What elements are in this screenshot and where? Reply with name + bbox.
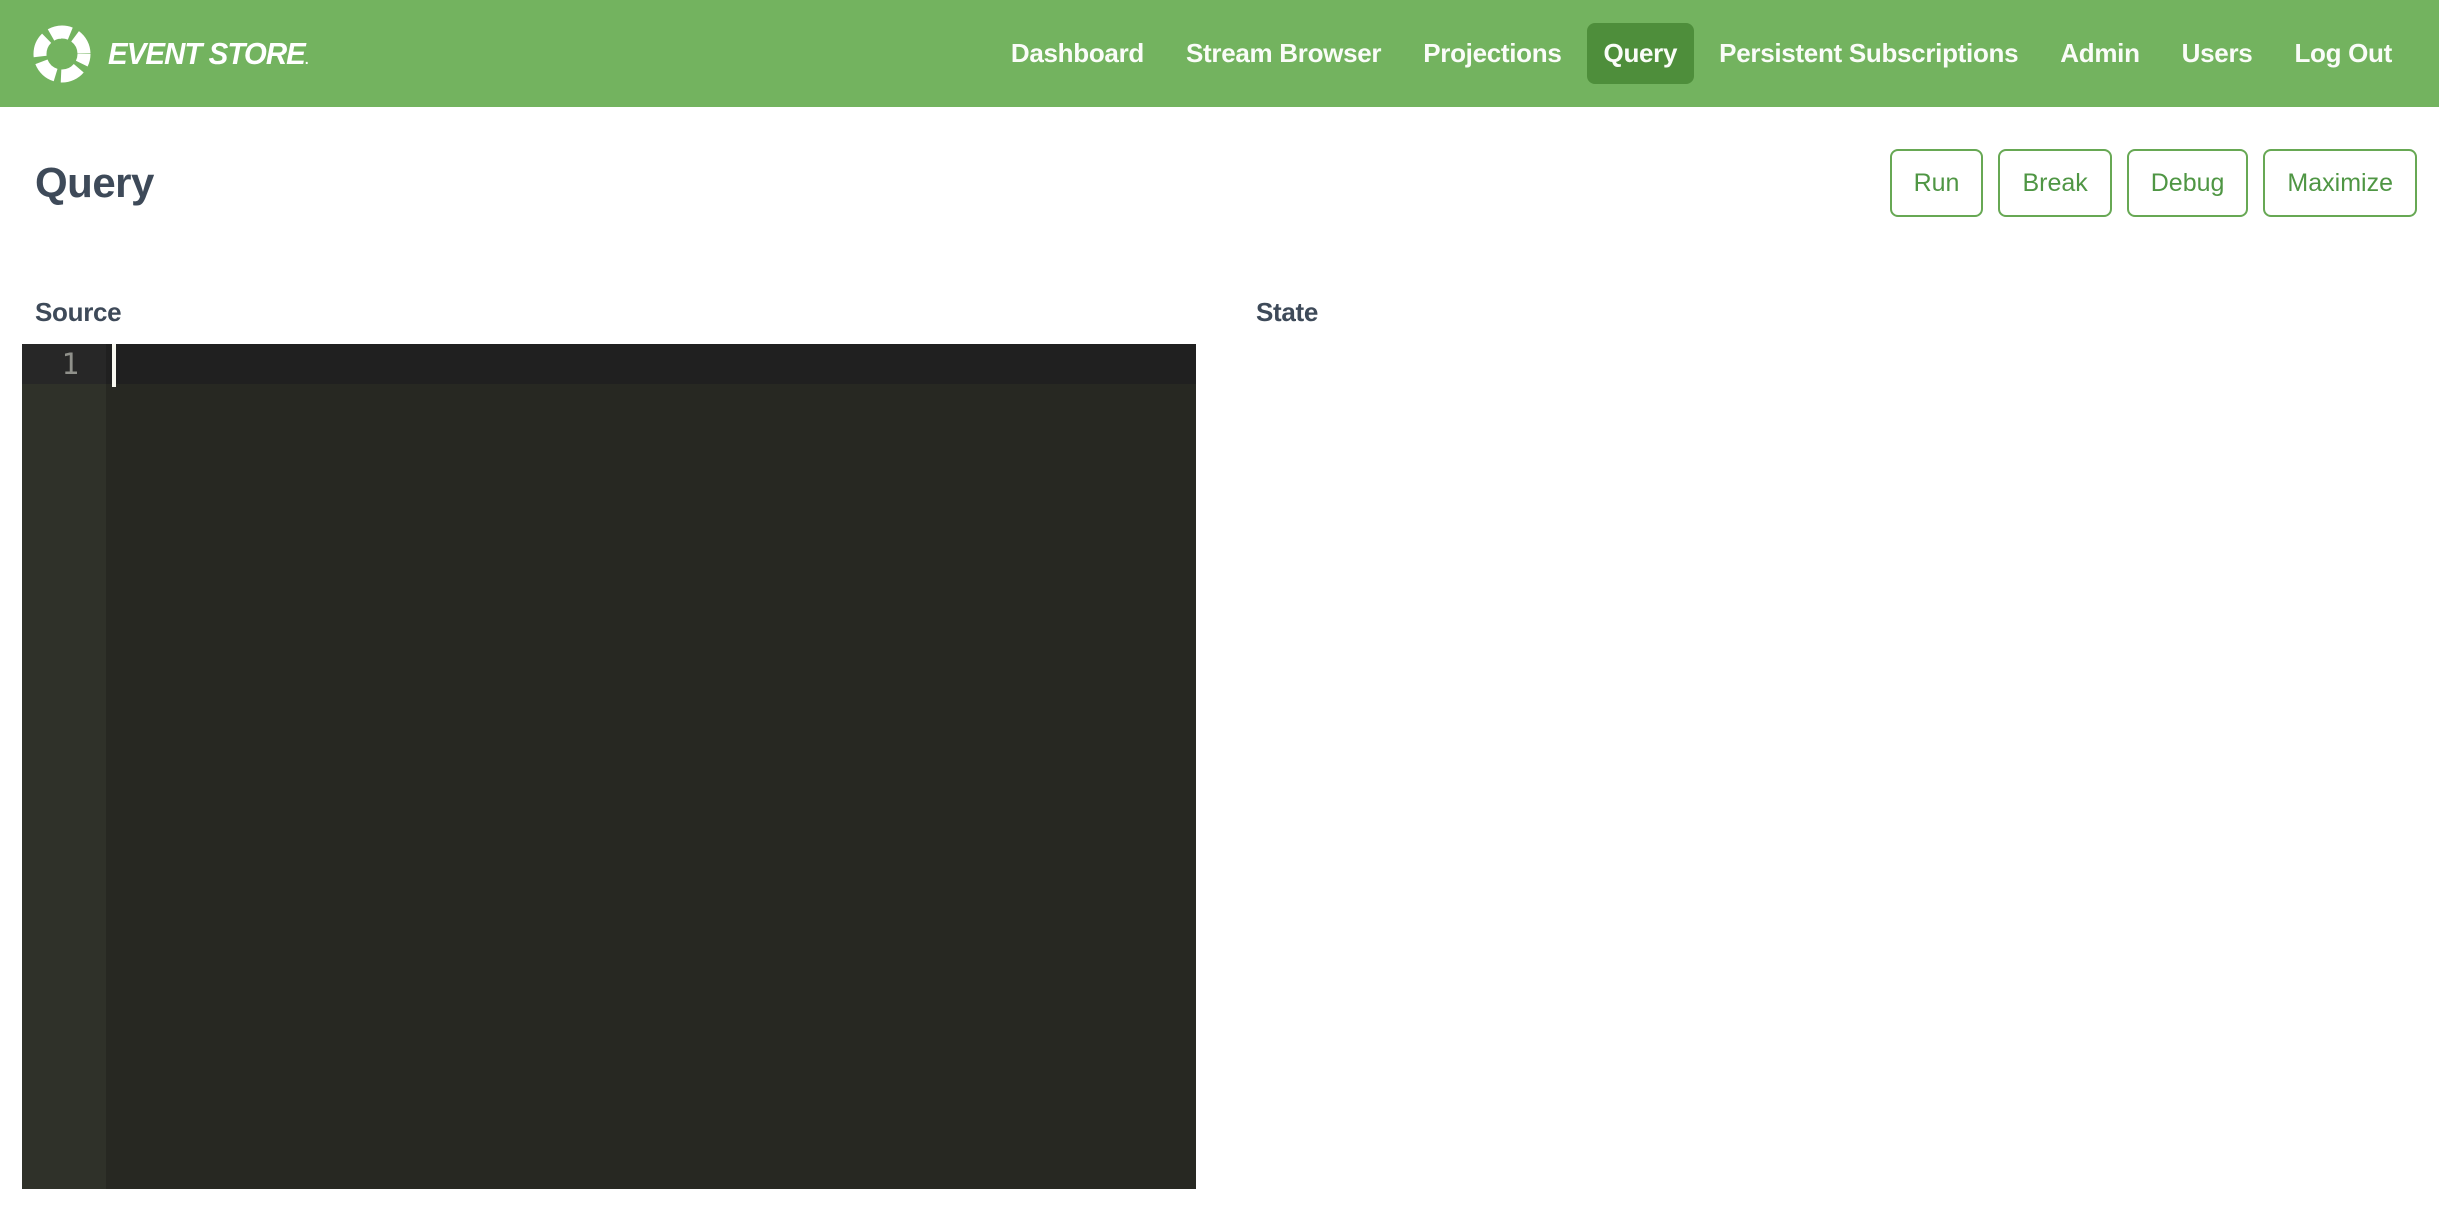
panels-container: Source 1 State — [22, 297, 2417, 1189]
editor-gutter: 1 — [22, 344, 106, 1189]
brand: EVENT STORE. — [30, 22, 318, 86]
brand-name: EVENT STORE. — [108, 36, 308, 72]
main-nav: Dashboard Stream Browser Projections Que… — [994, 23, 2409, 84]
debug-button[interactable]: Debug — [2127, 149, 2249, 217]
main-content: Query Run Break Debug Maximize Source 1 — [0, 149, 2439, 1189]
nav-item-admin[interactable]: Admin — [2043, 23, 2156, 84]
nav-item-persistent-subscriptions[interactable]: Persistent Subscriptions — [1702, 23, 2035, 84]
editor-line-number: 1 — [22, 344, 106, 384]
query-toolbar: Run Break Debug Maximize — [1890, 149, 2417, 217]
nav-item-dashboard[interactable]: Dashboard — [994, 23, 1161, 84]
editor-active-line — [106, 344, 1196, 384]
nav-item-stream-browser[interactable]: Stream Browser — [1169, 23, 1398, 84]
source-editor[interactable]: 1 — [22, 344, 1196, 1189]
event-store-logo-icon — [30, 22, 94, 86]
page-title: Query — [35, 159, 154, 207]
nav-item-query[interactable]: Query — [1587, 23, 1695, 84]
break-button[interactable]: Break — [1998, 149, 2111, 217]
maximize-button[interactable]: Maximize — [2263, 149, 2417, 217]
editor-cursor — [112, 344, 116, 387]
brand-trademark: . — [305, 51, 308, 67]
state-panel: State — [1243, 297, 2417, 1189]
editor-content[interactable] — [106, 344, 1196, 1189]
nav-item-users[interactable]: Users — [2165, 23, 2270, 84]
navbar: EVENT STORE. Dashboard Stream Browser Pr… — [0, 0, 2439, 107]
nav-item-log-out[interactable]: Log Out — [2277, 23, 2409, 84]
page-header: Query Run Break Debug Maximize — [22, 149, 2417, 217]
source-panel: Source 1 — [22, 297, 1196, 1189]
nav-item-projections[interactable]: Projections — [1406, 23, 1578, 84]
source-label: Source — [22, 297, 1196, 328]
run-button[interactable]: Run — [1890, 149, 1984, 217]
state-label: State — [1243, 297, 2417, 328]
state-content — [1243, 344, 2417, 1189]
